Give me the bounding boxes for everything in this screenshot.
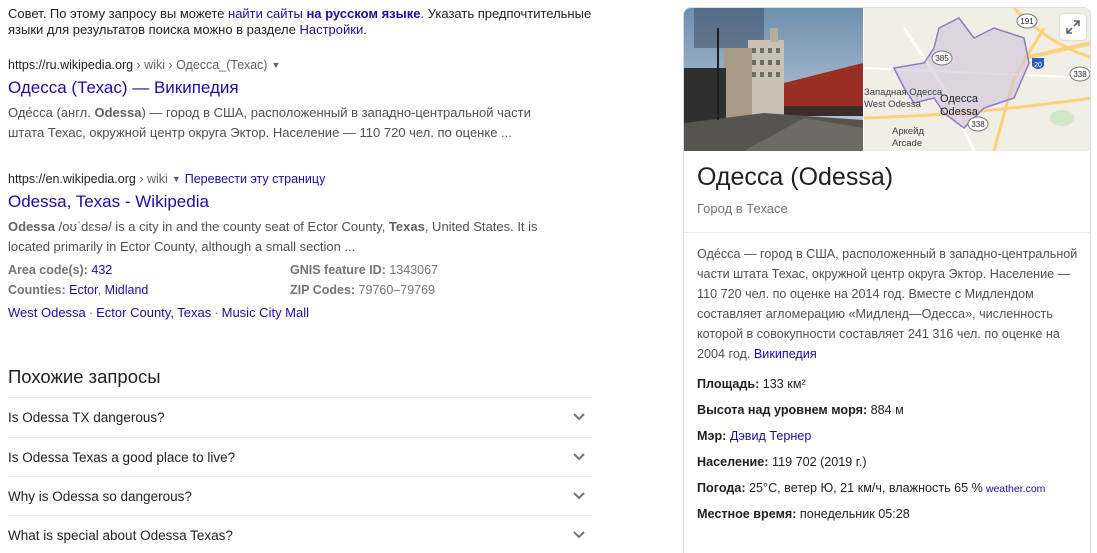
svg-text:338: 338: [971, 120, 985, 129]
fact-zip: ZIP Codes: 79760–79769: [290, 283, 436, 297]
result-snippet: Odessa /oʊˈdɛsə/ is a city in and the co…: [8, 219, 538, 254]
sitelink-west-odessa[interactable]: West Odessa: [8, 305, 86, 320]
related-question[interactable]: What is special about Odessa Texas?: [8, 515, 592, 553]
expand-map-icon[interactable]: [1060, 14, 1086, 40]
chevron-down-icon: [572, 410, 586, 424]
map-label-arcade-ru: Аркейд: [892, 126, 924, 137]
fact-counties: Counties: Ector, Midland: [8, 283, 149, 297]
search-result: https://ru.wikipedia.org › wiki › Одесса…: [8, 57, 598, 143]
result-url: https://en.wikipedia.org › wiki ▼ Перевест…: [8, 172, 326, 186]
city-photo[interactable]: [684, 8, 863, 151]
highway-shield-338-north: 338: [1069, 66, 1090, 82]
fact-population: Население: 119 702 (2019 г.): [697, 455, 867, 469]
panel-description: Оде́сса — город в США, расположенный в з…: [697, 247, 1078, 361]
chevron-down-icon: [572, 450, 586, 464]
chevron-down-icon: [572, 528, 586, 542]
sitelink-music-city-mall[interactable]: Music City Mall: [222, 305, 309, 320]
fact-area: Площадь: 133 км²: [697, 377, 806, 391]
related-question[interactable]: Is Odessa Texas a good place to live?: [8, 437, 592, 476]
fact-weather: Погода: 25°C, ветер Ю, 21 км/ч, влажност…: [697, 481, 1046, 495]
highway-shield-20: 20: [1032, 58, 1044, 69]
area-code-link[interactable]: 432: [91, 263, 112, 277]
search-result: https://en.wikipedia.org › wiki ▼ Перевест…: [8, 171, 598, 257]
panel-divider: [684, 232, 1090, 233]
fact-mayor: Мэр: Дэвид Тернер: [697, 429, 812, 443]
svg-text:191: 191: [1020, 17, 1034, 26]
find-sites-link[interactable]: найти сайты: [228, 6, 303, 21]
result-menu-caret-icon[interactable]: ▼: [172, 174, 181, 184]
map-label-west-odessa-en: West Odessa: [864, 99, 922, 110]
highway-shield-338-south: 338: [967, 116, 989, 132]
map-label-west-odessa-ru: Западная Одесса: [864, 87, 943, 98]
svg-text:20: 20: [1034, 62, 1042, 69]
sitelink-ector-county[interactable]: Ector County, Texas: [96, 305, 211, 320]
svg-text:338: 338: [1073, 70, 1087, 79]
svg-text:385: 385: [935, 54, 949, 63]
related-searches-title: Похожие запросы: [8, 366, 161, 387]
fact-local-time: Местное время: понедельник 05:28: [697, 507, 910, 521]
weather-source-link[interactable]: weather.com: [986, 483, 1046, 495]
highway-shield-385: 385: [931, 50, 953, 66]
related-question[interactable]: Is Odessa TX dangerous?: [8, 397, 592, 436]
panel-subtitle: Город в Техасе: [697, 201, 788, 216]
result-snippet: Оде́сса (англ. Odessa) — город в США, ра…: [8, 105, 531, 140]
mayor-link[interactable]: Дэвид Тернер: [726, 429, 812, 443]
russian-language-link[interactable]: на русском языке: [306, 6, 420, 21]
result-url: https://ru.wikipedia.org › wiki › Одесса…: [8, 58, 281, 72]
county-midland-link[interactable]: Midland: [105, 283, 149, 297]
result-menu-caret-icon[interactable]: ▼: [271, 60, 280, 70]
county-ector-link[interactable]: Ector: [69, 283, 98, 297]
map-label-arcade-en: Arcade: [892, 138, 922, 149]
tip-text: Совет. По этому запросу вы можете: [8, 6, 229, 21]
fact-elevation: Высота над уровнем моря: 884 м: [697, 403, 904, 417]
fact-gnis: GNIS feature ID: 1343067: [290, 263, 439, 277]
wikipedia-source-link[interactable]: Википедия: [754, 347, 817, 361]
settings-link[interactable]: Настройки: [299, 22, 363, 37]
result-title-link[interactable]: Одесса (Техас) — Википедия: [8, 77, 239, 99]
result-title-link[interactable]: Odessa, Texas - Wikipedia: [8, 191, 209, 213]
language-tip: Совет. По этому запросу вы можете найти …: [8, 6, 592, 37]
related-question[interactable]: Why is Odessa so dangerous?: [8, 476, 592, 515]
knowledge-panel: Западная Одесса West Odessa Одесса Odess…: [683, 7, 1091, 553]
fact-area-code: Area code(s): 432: [8, 263, 113, 277]
sitelinks: West Odessa · Ector County, Texas · Music Ci…: [8, 305, 310, 320]
map-label-odessa-ru: Одесса: [940, 93, 979, 105]
panel-title: Одесса (Odessa): [697, 163, 894, 191]
highway-shield-191: 191: [1016, 13, 1038, 29]
city-map[interactable]: Западная Одесса West Odessa Одесса Odess…: [864, 8, 1090, 151]
chevron-down-icon: [572, 489, 586, 503]
map-label-odessa-en: Odessa: [940, 106, 979, 118]
translate-page-link[interactable]: Перевести эту страницу: [185, 172, 326, 186]
